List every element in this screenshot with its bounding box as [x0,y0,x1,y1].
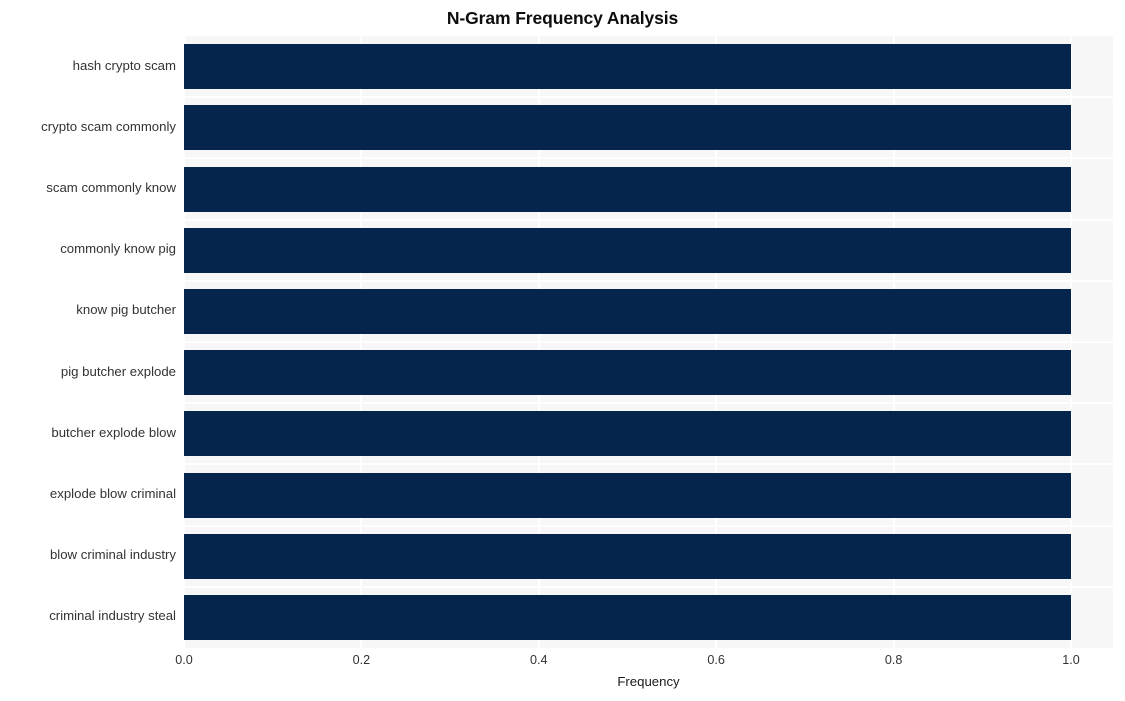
horizontal-gridline [184,463,1113,466]
horizontal-gridline [184,279,1113,282]
horizontal-gridline [184,157,1113,160]
horizontal-gridline [184,524,1113,527]
y-axis-tick-label: criminal industry steal [49,608,176,624]
bar [184,472,1071,518]
x-axis-label: Frequency [617,674,680,689]
bar [184,533,1071,579]
bar [184,411,1071,457]
y-axis-tick-label: hash crypto scam [72,57,176,73]
y-axis-tick-label: commonly know pig [60,241,176,257]
horizontal-gridline [184,585,1113,588]
y-axis-tick-label: pig butcher explode [60,363,176,379]
y-axis-tick-label: scam commonly know [46,180,176,195]
x-axis-tick-label: 0.6 [707,653,725,667]
x-axis-tick-label: 0.0 [175,653,193,667]
bar [184,288,1071,334]
x-axis-tick-label: 0.8 [884,653,903,667]
horizontal-gridline [184,341,1113,343]
bar [184,350,1071,396]
bar [184,227,1071,273]
y-axis-tick-label: explode blow criminal [49,486,176,501]
x-axis-tick-label: 0.2 [352,653,371,667]
horizontal-gridline [184,402,1113,405]
bar [184,166,1071,212]
x-axis-tick-label: 1.0 [1062,653,1080,667]
chart-title: N-Gram Frequency Analysis [446,8,679,28]
y-axis-tick-label: crypto scam commonly [41,118,176,134]
y-axis-tick-label: blow criminal industry [49,547,176,563]
y-axis-tick-label: know pig butcher [76,302,176,318]
plot-area [184,36,1113,648]
bar [184,44,1071,90]
x-axis-tick-label: 0.4 [530,653,548,667]
chart-container: N-Gram Frequency Analysis hash crypto sc… [0,0,1125,701]
y-axis-tick-label: butcher explode blow [51,424,176,440]
bar [184,594,1071,640]
bar [184,105,1071,151]
horizontal-gridline [184,96,1113,99]
horizontal-gridline [184,218,1113,221]
